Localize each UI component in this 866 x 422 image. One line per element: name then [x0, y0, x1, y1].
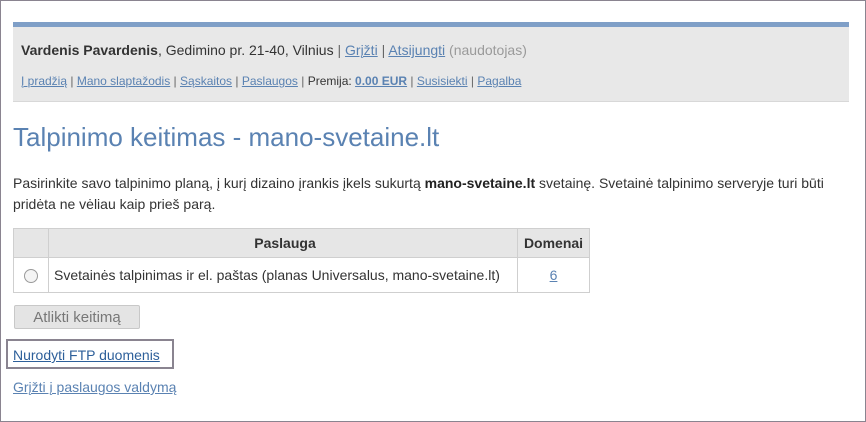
user-name: Vardenis Pavardenis — [21, 42, 158, 58]
user-role: (naudotojas) — [449, 42, 527, 58]
nav-password[interactable]: Mano slaptažodis — [77, 74, 170, 88]
nav-services[interactable]: Paslaugos — [242, 74, 298, 88]
bonus-value[interactable]: 0.00 EUR — [355, 74, 407, 88]
table-header-row: Paslauga Domenai — [13, 228, 590, 258]
separator: | — [170, 74, 181, 88]
domains-cell: 6 — [517, 257, 590, 293]
apply-change-button[interactable]: Atlikti keitimą — [14, 305, 140, 329]
user-address: , Gedimino pr. 21-40, Vilnius — [157, 42, 334, 58]
logout-link[interactable]: Atsijungti — [388, 42, 445, 58]
separator: | — [232, 74, 242, 88]
user-header: Vardenis Pavardenis, Gedimino pr. 21-40,… — [13, 22, 849, 102]
nav-help[interactable]: Pagalba — [477, 74, 521, 88]
separator: | — [377, 42, 389, 58]
back-to-service-management-link[interactable]: Grįžti į paslaugos valdymą — [13, 379, 176, 395]
separator: | — [467, 74, 478, 88]
separator: | — [297, 74, 308, 88]
user-info-line: Vardenis Pavardenis, Gedimino pr. 21-40,… — [21, 42, 527, 58]
column-header-service: Paslauga — [48, 228, 518, 258]
top-nav: Į pradžią | Mano slaptažodis | Sąskaitos… — [21, 74, 521, 88]
column-header-select — [13, 228, 49, 258]
column-header-domains: Domenai — [517, 228, 590, 258]
description-domain: mano-svetaine.lt — [424, 175, 536, 191]
page-description: Pasirinkite savo talpinimo planą, į kurį… — [13, 173, 853, 215]
description-text: Pasirinkite savo talpinimo planą, į kurį… — [13, 175, 425, 191]
separator: | — [333, 42, 346, 58]
domains-count-link[interactable]: 6 — [550, 267, 558, 283]
separator: | — [407, 74, 417, 88]
separator: | — [67, 74, 77, 88]
nav-home[interactable]: Į pradžią — [21, 74, 67, 88]
radio-cell — [13, 257, 49, 293]
nav-contact[interactable]: Susisiekti — [417, 74, 468, 88]
nav-invoices[interactable]: Sąskaitos — [180, 74, 232, 88]
back-link[interactable]: Grįžti — [345, 42, 378, 58]
ftp-details-link[interactable]: Nurodyti FTP duomenis — [13, 347, 160, 363]
table-row: Svetainės talpinimas ir el. paštas (plan… — [13, 257, 590, 293]
page-title: Talpinimo keitimas - mano-svetaine.lt — [13, 122, 440, 152]
service-cell: Svetainės talpinimas ir el. paštas (plan… — [48, 257, 518, 293]
bonus-label: Premija: — [307, 74, 352, 88]
services-table: Paslauga Domenai Svetainės talpinimas ir… — [13, 228, 590, 293]
plan-radio[interactable] — [24, 269, 38, 284]
